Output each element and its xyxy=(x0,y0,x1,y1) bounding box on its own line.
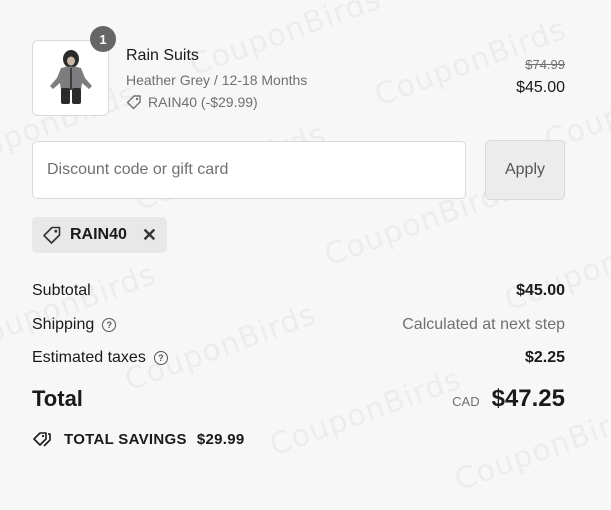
tag-icon xyxy=(43,226,61,244)
quantity-badge: 1 xyxy=(90,26,116,52)
watermark: CouponBirds xyxy=(0,257,161,359)
total-savings: TOTAL SAVINGS $29.99 xyxy=(32,430,245,448)
product-variant: Heather Grey / 12-18 Months xyxy=(126,72,308,88)
subtotal-value: $45.00 xyxy=(516,282,565,299)
discount-code-input[interactable] xyxy=(32,141,466,199)
watermark: CouponBirds xyxy=(120,297,321,399)
discounted-price: $45.00 xyxy=(516,79,565,96)
product-thumbnail xyxy=(32,40,109,116)
total-amount: $47.25 xyxy=(491,385,565,412)
savings-tag-icon xyxy=(33,432,51,447)
help-icon[interactable]: ? xyxy=(102,318,117,332)
watermark: CouponBirds xyxy=(500,217,611,319)
shipping-value: Calculated at next step xyxy=(402,316,565,333)
applied-code-label: RAIN40 xyxy=(70,226,127,243)
total-row: Total CAD $47.25 xyxy=(32,385,565,413)
shipping-row: Shipping ? Calculated at next step xyxy=(32,316,565,334)
taxes-row: Estimated taxes ? $2.25 xyxy=(32,349,565,367)
line-discount: RAIN40 (-$29.99) xyxy=(126,94,258,110)
shipping-label: Shipping xyxy=(32,316,95,333)
line-discount-text: RAIN40 (-$29.99) xyxy=(148,94,258,110)
applied-discount-chip: RAIN40 ✕ xyxy=(32,217,167,253)
total-label: Total xyxy=(32,386,83,411)
currency-code: CAD xyxy=(452,394,480,409)
savings-value: $29.99 xyxy=(196,430,245,448)
cart-line-item: 1 Rain Suits Heather Grey / 12-18 Months… xyxy=(32,26,565,116)
subtotal-label: Subtotal xyxy=(32,282,91,299)
taxes-value: $2.25 xyxy=(524,349,565,366)
original-price: $74.99 xyxy=(525,57,565,72)
subtotal-row: Subtotal $45.00 xyxy=(32,282,565,300)
remove-discount-icon[interactable]: ✕ xyxy=(142,225,157,246)
savings-label: TOTAL SAVINGS xyxy=(64,430,187,448)
snowsuit-image xyxy=(49,50,92,104)
apply-button[interactable]: Apply xyxy=(485,140,565,200)
taxes-label: Estimated taxes xyxy=(32,349,146,366)
product-name: Rain Suits xyxy=(126,47,199,64)
tag-icon xyxy=(126,95,141,110)
help-icon[interactable]: ? xyxy=(153,351,168,365)
